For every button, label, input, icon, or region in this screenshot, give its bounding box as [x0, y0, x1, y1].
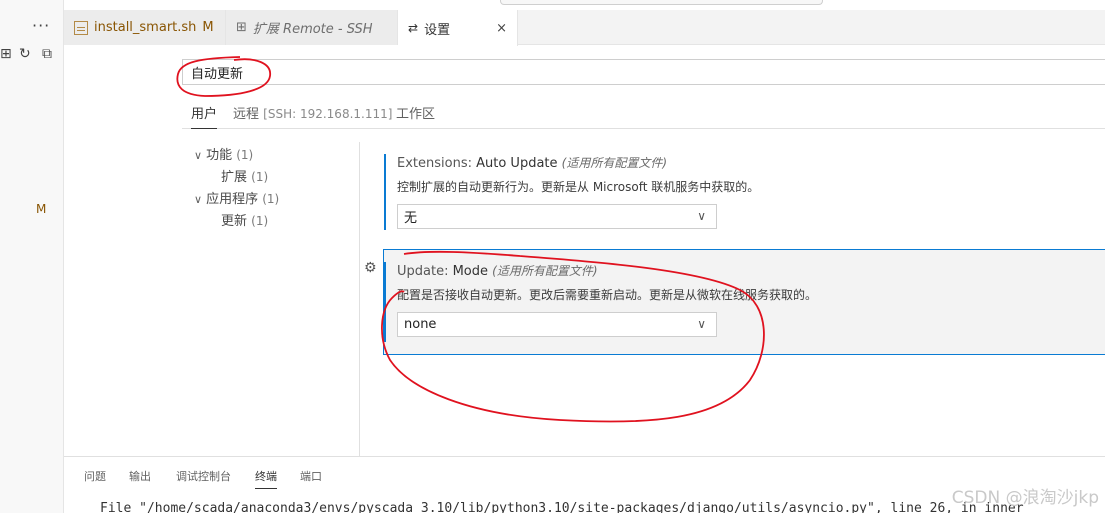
select-value: 无	[404, 211, 418, 226]
new-file-icon[interactable]: ⊞	[0, 46, 12, 62]
tab-install-smart[interactable]: install_smart.sh M	[64, 10, 226, 45]
setting-title: Extensions: Auto Update (适用所有配置文件)	[397, 154, 667, 171]
tab-label: 设置	[424, 22, 451, 38]
tab-settings[interactable]: ⇄ 设置 ×	[398, 10, 518, 46]
bottom-panel: 问题 输出 调试控制台 终端 端口 File "/home/scada/anac…	[64, 456, 1105, 513]
setting-description: 控制扩展的自动更新行为。更新是从 Microsoft 联机服务中获取的。	[397, 180, 760, 194]
tab-extension-remote-ssh[interactable]: ⊞ 扩展 Remote - SSH	[226, 10, 398, 45]
toc-item-features[interactable]: ∨ 功能 (1)	[194, 144, 253, 163]
chevron-down-icon: ∨	[194, 149, 203, 162]
gear-icon[interactable]: ⚙	[364, 260, 377, 276]
explorer-sidebar: ··· ⊞ ↻ ⧉ M	[0, 0, 64, 513]
toc-item-application[interactable]: ∨ 应用程序 (1)	[194, 188, 279, 207]
chevron-down-icon: ∨	[697, 317, 706, 331]
editor-tab-bar: install_smart.sh M ⊞ 扩展 Remote - SSH ⇄ 设…	[64, 10, 1105, 46]
watermark: CSDN @浪淘沙jkp	[951, 488, 1099, 508]
settings-search-input[interactable]: 自动更新	[182, 59, 1105, 85]
toc-divider	[359, 142, 360, 456]
chevron-down-icon: ∨	[194, 193, 203, 206]
panel-tab-problems[interactable]: 问题	[84, 468, 106, 484]
panel-tab-ports[interactable]: 端口	[300, 468, 322, 484]
collapse-all-icon[interactable]: ⧉	[42, 46, 52, 62]
toc-label: 更新	[221, 214, 248, 229]
toc-count: (1)	[251, 170, 269, 184]
extensions-icon: ⊞	[236, 20, 247, 35]
tab-workspace[interactable]: 工作区	[396, 103, 435, 122]
tab-user[interactable]: 用户	[191, 103, 218, 129]
setting-update-mode: Update: Mode (适用所有配置文件) 配置是否接收自动更新。更改后需要…	[384, 262, 1105, 342]
file-icon	[74, 20, 88, 35]
search-value: 自动更新	[191, 66, 244, 82]
setting-scope: (适用所有配置文件)	[492, 264, 598, 278]
toc-item-extensions[interactable]: 扩展 (1)	[221, 166, 268, 185]
tab-remote-label: 远程	[233, 107, 260, 122]
refresh-icon[interactable]: ↻	[19, 46, 31, 62]
chevron-down-icon: ∨	[697, 209, 706, 223]
select-value: none	[404, 317, 437, 332]
toc-label: 功能	[206, 148, 233, 163]
setting-name: Mode	[452, 264, 489, 279]
command-center[interactable]	[500, 0, 823, 5]
toc-count: (1)	[251, 214, 269, 228]
setting-name: Auto Update	[476, 156, 558, 171]
terminal-output[interactable]: File "/home/scada/anaconda3/envs/pyscada…	[100, 501, 1024, 513]
auto-update-select[interactable]: 无 ∨	[397, 204, 717, 229]
tab-remote[interactable]: 远程 [SSH: 192.168.1.111]	[233, 103, 392, 122]
toc-count: (1)	[262, 192, 280, 206]
setting-category: Update:	[397, 264, 453, 279]
panel-tab-output[interactable]: 输出	[129, 468, 151, 484]
modified-indicator	[384, 262, 386, 342]
toc-item-update[interactable]: 更新 (1)	[221, 210, 268, 229]
panel-tab-debug-console[interactable]: 调试控制台	[176, 468, 231, 484]
close-icon[interactable]: ×	[496, 21, 507, 36]
panel-tab-terminal[interactable]: 终端	[255, 468, 277, 489]
tab-label: 扩展 Remote - SSH	[252, 22, 373, 37]
setting-extensions-auto-update: Extensions: Auto Update (适用所有配置文件) 控制扩展的…	[384, 154, 1105, 234]
setting-category: Extensions:	[397, 156, 477, 171]
tab-remote-detail: [SSH: 192.168.1.111]	[263, 107, 393, 121]
more-actions-icon[interactable]: ···	[32, 16, 50, 35]
update-mode-select[interactable]: none ∨	[397, 312, 717, 337]
toc-label: 应用程序	[206, 192, 259, 207]
tab-label: install_smart.sh	[94, 20, 197, 35]
setting-description: 配置是否接收自动更新。更改后需要重新启动。更新是从微软在线服务获取的。	[397, 288, 818, 302]
setting-title: Update: Mode (适用所有配置文件)	[397, 262, 598, 279]
setting-scope: (适用所有配置文件)	[561, 156, 668, 170]
modified-badge: M	[202, 20, 214, 35]
modified-marker: M	[36, 202, 47, 216]
modified-indicator	[384, 154, 386, 230]
toc-label: 扩展	[221, 170, 248, 185]
settings-sliders-icon: ⇄	[408, 21, 419, 35]
settings-scope-tabs: 用户 远程 [SSH: 192.168.1.111] 工作区	[182, 99, 1105, 129]
toc-count: (1)	[236, 148, 254, 162]
